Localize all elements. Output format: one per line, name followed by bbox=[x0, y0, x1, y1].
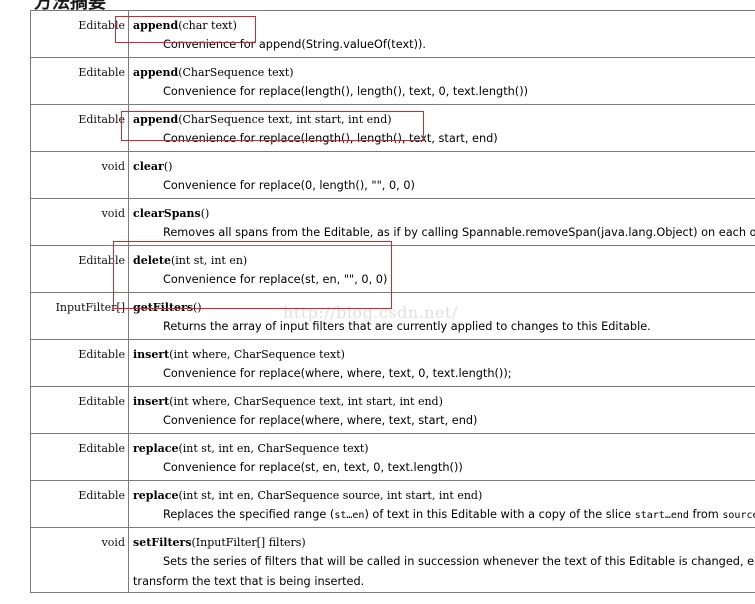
method-description: Convenience for replace(where, where, te… bbox=[163, 414, 478, 427]
method-name-link[interactable]: append bbox=[133, 113, 178, 126]
return-type: InputFilter[] bbox=[30, 292, 129, 340]
method-cell: setFilters(InputFilter[] filters) Sets t… bbox=[128, 527, 755, 593]
return-type: Editable bbox=[30, 57, 129, 105]
method-params: (CharSequence text, int start, int end) bbox=[178, 113, 392, 126]
table-row: Editable append(char text) Convenience f… bbox=[30, 10, 755, 58]
method-params: () bbox=[163, 160, 173, 173]
table-row: Editable delete(int st, int en) Convenie… bbox=[30, 245, 755, 293]
method-name-link[interactable]: replace bbox=[133, 442, 179, 455]
method-params: (char text) bbox=[178, 19, 237, 32]
method-params: (CharSequence text) bbox=[178, 66, 294, 79]
method-params: (int st, int en, CharSequence source, in… bbox=[178, 489, 483, 502]
method-description: Convenience for replace(length(), length… bbox=[163, 132, 498, 145]
method-params: () bbox=[193, 301, 202, 314]
method-description: Convenience for replace(length(), length… bbox=[163, 85, 529, 98]
method-description: Returns the array of input filters that … bbox=[163, 320, 651, 333]
section-heading: 方法摘要 bbox=[34, 0, 106, 10]
code-span: start…end bbox=[634, 510, 689, 521]
method-name-link[interactable]: insert bbox=[133, 395, 169, 408]
table-row: Editable replace(int st, int en, CharSeq… bbox=[30, 433, 755, 481]
table-row: void clearSpans() Removes all spans from… bbox=[30, 198, 755, 246]
return-type: Editable bbox=[30, 433, 129, 481]
method-description: Replaces the specified range (st…en) of … bbox=[133, 507, 755, 524]
return-type: Editable bbox=[30, 386, 129, 434]
return-type: void bbox=[30, 198, 129, 246]
table-row: void setFilters(InputFilter[] filters) S… bbox=[30, 527, 755, 593]
method-description: Convenience for append(String.valueOf(te… bbox=[163, 38, 426, 51]
method-name-link[interactable]: getFilters bbox=[133, 301, 193, 314]
method-name-link[interactable]: clear bbox=[133, 160, 164, 173]
code-span: st…en bbox=[334, 510, 365, 521]
return-type: Editable bbox=[30, 339, 129, 387]
desc-text: Replaces the specified range ( bbox=[163, 508, 335, 521]
method-params: () bbox=[200, 207, 210, 220]
method-cell: delete(int st, int en) Convenience for r… bbox=[128, 245, 755, 293]
method-params: (int where, CharSequence text, int start… bbox=[169, 395, 443, 408]
return-type: Editable bbox=[30, 104, 129, 152]
method-cell: getFilters() Returns the array of input … bbox=[128, 292, 755, 340]
method-name-link[interactable]: clearSpans bbox=[133, 207, 201, 220]
method-cell: append(char text) Convenience for append… bbox=[128, 10, 755, 58]
section-heading-strip: 方法摘要 bbox=[0, 0, 755, 10]
table-row: Editable append(CharSequence text, int s… bbox=[30, 104, 755, 152]
method-description: Convenience for replace(st, en, text, 0,… bbox=[163, 461, 463, 474]
method-cell: clear() Convenience for replace(0, lengt… bbox=[128, 151, 755, 199]
method-name-link[interactable]: append bbox=[133, 19, 178, 32]
table-row: Editable insert(int where, CharSequence … bbox=[30, 339, 755, 387]
method-cell: replace(int st, int en, CharSequence tex… bbox=[128, 433, 755, 481]
return-type: Editable bbox=[30, 480, 129, 528]
method-cell: clearSpans() Removes all spans from the … bbox=[128, 198, 755, 246]
method-name-link[interactable]: insert bbox=[133, 348, 169, 361]
table-row: Editable insert(int where, CharSequence … bbox=[30, 386, 755, 434]
method-params: (int where, CharSequence text) bbox=[169, 348, 345, 361]
return-type: void bbox=[30, 151, 129, 199]
desc-line: transform the text that is being inserte… bbox=[133, 575, 365, 588]
method-name-link[interactable]: delete bbox=[133, 254, 171, 267]
method-cell: replace(int st, int en, CharSequence sou… bbox=[128, 480, 755, 528]
return-type: Editable bbox=[30, 245, 129, 293]
table-row: void clear() Convenience for replace(0, … bbox=[30, 151, 755, 199]
method-params: (int st, int en) bbox=[170, 254, 248, 267]
method-cell: append(CharSequence text) Convenience fo… bbox=[128, 57, 755, 105]
method-name-link[interactable]: replace bbox=[133, 489, 179, 502]
method-name-link[interactable]: append bbox=[133, 66, 178, 79]
method-cell: insert(int where, CharSequence text) Con… bbox=[128, 339, 755, 387]
method-name-link[interactable]: setFilters bbox=[133, 536, 192, 549]
method-summary-table: Editable append(char text) Convenience f… bbox=[30, 10, 755, 593]
method-description: Convenience for replace(where, where, te… bbox=[163, 367, 512, 380]
method-cell: append(CharSequence text, int start, int… bbox=[128, 104, 755, 152]
return-type: void bbox=[30, 527, 129, 593]
method-params: (InputFilter[] filters) bbox=[191, 536, 306, 549]
table-row: Editable append(CharSequence text) Conve… bbox=[30, 57, 755, 105]
desc-line: Sets the series of filters that will be … bbox=[163, 555, 755, 568]
method-description: Convenience for replace(st, en, "", 0, 0… bbox=[163, 273, 388, 286]
method-cell: insert(int where, CharSequence text, int… bbox=[128, 386, 755, 434]
table-row: InputFilter[] getFilters() Returns the a… bbox=[30, 292, 755, 340]
method-description: Convenience for replace(0, length(), "",… bbox=[163, 179, 415, 192]
return-type: Editable bbox=[30, 10, 129, 58]
desc-text: from bbox=[688, 508, 723, 521]
method-description: Removes all spans from the Editable, as … bbox=[163, 226, 755, 239]
desc-text: ) of text in this Editable with a copy o… bbox=[364, 508, 635, 521]
method-description: Sets the series of filters that will be … bbox=[133, 552, 755, 592]
method-params: (int st, int en, CharSequence text) bbox=[178, 442, 369, 455]
table-row: Editable replace(int st, int en, CharSeq… bbox=[30, 480, 755, 528]
code-span: source bbox=[722, 510, 755, 521]
